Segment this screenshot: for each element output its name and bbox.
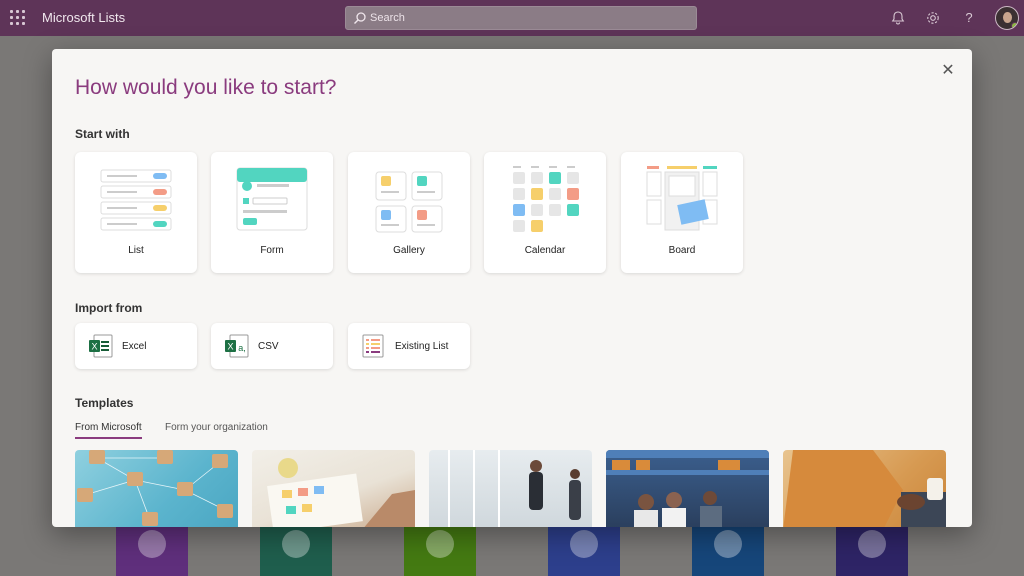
import-existing-list-label: Existing List — [395, 341, 449, 352]
template-thumbnail-planning[interactable] — [252, 450, 415, 527]
background-tile-target — [404, 520, 476, 576]
start-board-card[interactable]: Board — [621, 152, 743, 273]
background-tile-robot — [116, 520, 188, 576]
laptop-work-image — [783, 450, 946, 527]
start-calendar-card[interactable]: Calendar — [484, 152, 606, 273]
list-illustration-icon — [100, 169, 172, 231]
app-title[interactable]: Microsoft Lists — [42, 10, 125, 25]
background-tile-flask — [836, 520, 908, 576]
planning-desk-image — [267, 458, 415, 527]
template-thumbnail-laptop[interactable] — [783, 450, 946, 527]
import-excel-button[interactable]: X Excel — [75, 323, 197, 369]
tab-from-organization[interactable]: Form your organization — [165, 422, 268, 433]
start-board-label: Board — [668, 245, 696, 256]
start-form-card[interactable]: Form — [211, 152, 333, 273]
search-icon — [354, 12, 366, 24]
start-calendar-label: Calendar — [524, 245, 566, 256]
import-from-heading: Import from — [75, 301, 143, 315]
close-icon[interactable]: ✕ — [940, 63, 956, 79]
avatar[interactable] — [995, 6, 1019, 30]
search-placeholder: Search — [370, 12, 405, 24]
gallery-illustration-icon — [375, 171, 443, 233]
csv-icon: a, X — [225, 334, 249, 358]
start-with-heading: Start with — [75, 127, 130, 141]
start-gallery-card[interactable]: Gallery — [348, 152, 470, 273]
start-form-label: Form — [260, 245, 284, 256]
app-launcher-icon[interactable] — [10, 10, 26, 26]
svg-text:X: X — [227, 342, 233, 352]
tab-from-microsoft[interactable]: From Microsoft — [75, 422, 142, 439]
start-gallery-label: Gallery — [393, 245, 425, 256]
import-excel-label: Excel — [122, 341, 147, 352]
gear-icon[interactable] — [924, 9, 942, 27]
svg-text:X: X — [91, 342, 97, 352]
bell-icon[interactable] — [889, 9, 907, 27]
help-icon[interactable]: ? — [960, 9, 978, 27]
top-bar: Microsoft Lists Search ? — [0, 0, 1024, 36]
create-list-dialog: ✕ How would you like to start? Start wit… — [52, 49, 972, 527]
import-csv-label: CSV — [258, 341, 279, 352]
presence-icon — [1011, 22, 1018, 29]
calendar-illustration-icon — [513, 166, 579, 232]
background-tile-palette — [260, 520, 332, 576]
import-csv-button[interactable]: a, X CSV — [211, 323, 333, 369]
template-thumbnail-business[interactable] — [429, 450, 592, 527]
import-existing-list-button[interactable]: Existing List — [348, 323, 470, 369]
template-thumbnail-warehouse[interactable] — [606, 450, 769, 527]
start-list-label: List — [128, 245, 144, 256]
templates-heading: Templates — [75, 396, 134, 410]
existing-list-icon — [362, 334, 384, 358]
form-illustration-icon — [236, 167, 308, 231]
board-illustration-icon — [646, 166, 718, 231]
background-tile-bug — [548, 520, 620, 576]
background-tile-piggy-bank — [692, 520, 764, 576]
start-list-card[interactable]: List — [75, 152, 197, 273]
warehouse-team-image — [606, 450, 769, 527]
excel-icon: X — [89, 334, 113, 358]
search-box[interactable]: Search — [345, 6, 697, 30]
template-thumbnail-network[interactable] — [75, 450, 238, 527]
dialog-title: How would you like to start? — [75, 76, 337, 99]
svg-text:a,: a, — [238, 343, 246, 353]
business-people-image — [448, 450, 581, 527]
network-blocks-image — [77, 450, 233, 526]
